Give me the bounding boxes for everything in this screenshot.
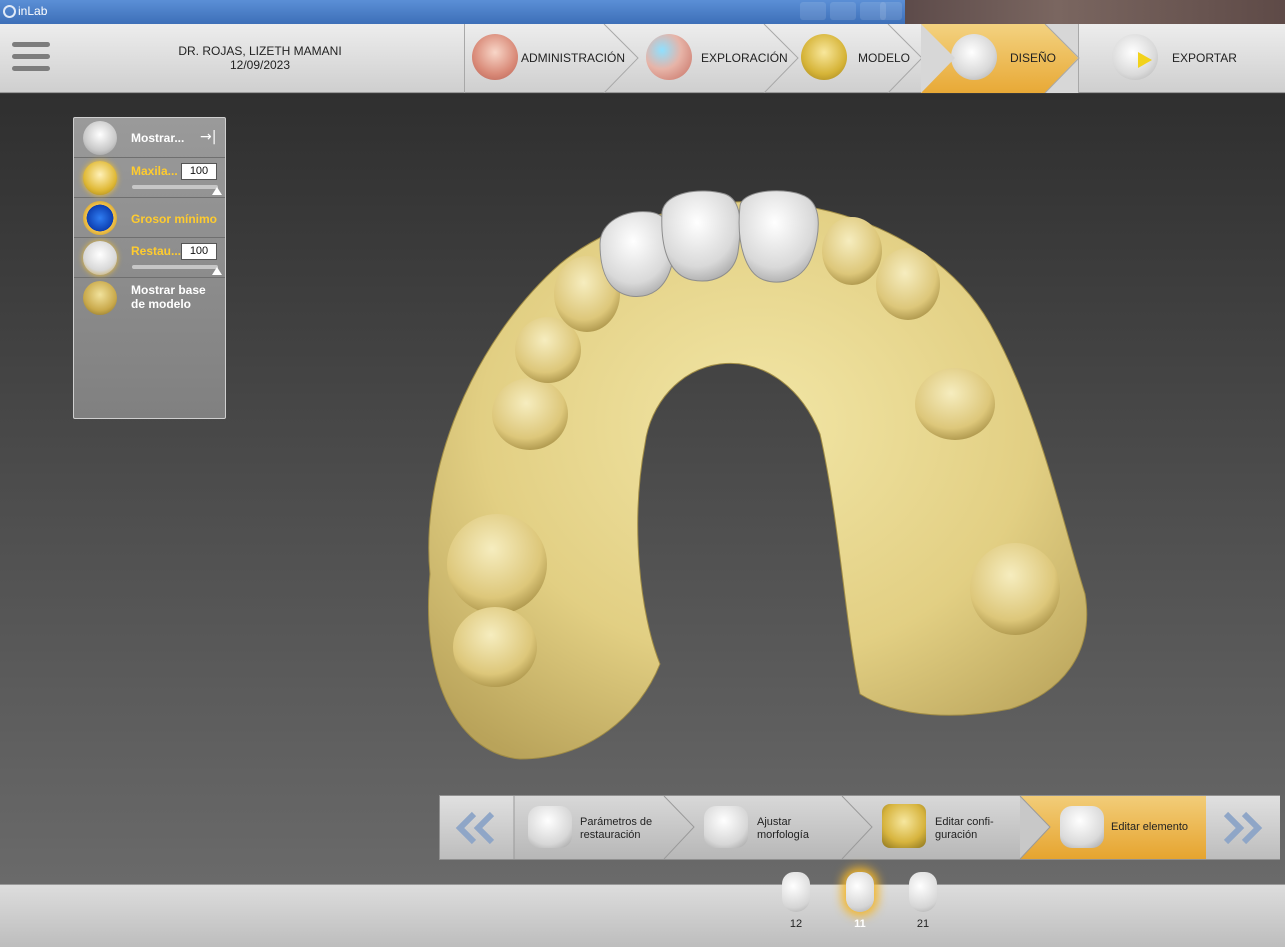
- restoration-slider[interactable]: [132, 265, 218, 269]
- maximize-button[interactable]: [830, 2, 856, 20]
- close-button[interactable]: [880, 2, 902, 20]
- show-label: Mostrar...: [131, 131, 185, 145]
- workflow-bar: DR. ROJAS, LIZETH MAMANI 12/09/2023 ADMI…: [0, 24, 1285, 93]
- tooth-selector-21[interactable]: 21: [906, 872, 940, 942]
- min-thickness-label: Grosor mínimo: [131, 212, 218, 226]
- tooth-canine: [822, 217, 882, 285]
- model-base-icon: [83, 281, 117, 315]
- restoration-row[interactable]: Restau... 100: [74, 238, 225, 278]
- model-base-row[interactable]: Mostrar base de modelo: [74, 278, 225, 318]
- show-options-row[interactable]: Mostrar... →|: [74, 118, 225, 158]
- next-step-button[interactable]: [1206, 796, 1280, 859]
- tooth-premolar: [492, 378, 568, 450]
- maxilla-value-input[interactable]: 100: [181, 163, 217, 180]
- jaw-arch: [428, 201, 1088, 760]
- visibility-panel: Mostrar... →| Maxila... 100 Grosor mínim…: [73, 117, 226, 419]
- maxilla-slider[interactable]: [132, 185, 218, 189]
- double-chevron-right-icon: [1223, 811, 1263, 845]
- tooth-molar: [970, 543, 1060, 635]
- step-separators: [603, 24, 1080, 93]
- window-title: inLab: [18, 4, 48, 18]
- crown-11: [661, 190, 741, 282]
- tooth-icon: [909, 872, 937, 912]
- min-thickness-row[interactable]: Grosor mínimo: [74, 198, 225, 238]
- tooth-molar: [453, 607, 537, 687]
- design-substeps-bar: Parámetros de restauración Ajustar morfo…: [439, 795, 1280, 860]
- model-base-label: Mostrar base de modelo: [131, 283, 206, 311]
- restoration-icon: [83, 241, 117, 275]
- tooth-number: 11: [854, 918, 866, 930]
- background-photo: [905, 0, 1285, 24]
- eye-model-icon: [83, 121, 117, 155]
- tooth-number: 21: [916, 918, 930, 930]
- tooth-selector-11[interactable]: 11: [843, 872, 877, 942]
- tooth-premolar: [915, 368, 995, 440]
- tooth-selector-bar: [0, 884, 1285, 947]
- tooth-number: 12: [789, 918, 803, 930]
- tooth-icon: [846, 872, 874, 912]
- maxilla-label: Maxila...: [131, 164, 178, 178]
- tooth-premolar: [876, 248, 940, 320]
- restoration-slider-thumb[interactable]: [212, 267, 222, 275]
- maxilla-row[interactable]: Maxila... 100: [74, 158, 225, 198]
- tooth-molar: [447, 514, 547, 614]
- tooth-icon: [782, 872, 810, 912]
- app-logo-icon: [3, 5, 16, 18]
- restoration-value-input[interactable]: 100: [181, 243, 217, 260]
- restoration-label: Restau...: [131, 244, 182, 258]
- maxilla-icon: [83, 161, 117, 195]
- pin-panel-icon[interactable]: →|: [200, 129, 216, 145]
- window-titlebar: inLab: [0, 0, 1285, 24]
- thickness-icon: [83, 201, 117, 235]
- minimize-button[interactable]: [800, 2, 826, 20]
- tooth-selector-12[interactable]: 12: [779, 872, 813, 942]
- substep-separators: [513, 796, 1051, 859]
- maxilla-slider-thumb[interactable]: [212, 187, 222, 195]
